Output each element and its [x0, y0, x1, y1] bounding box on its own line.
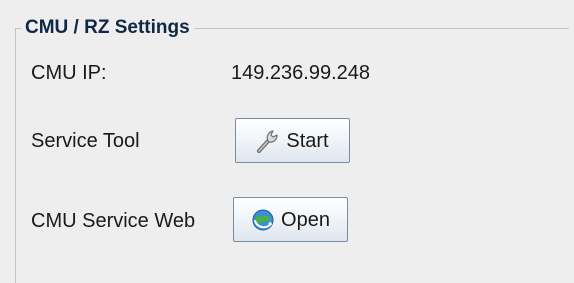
wrench-icon	[256, 128, 280, 154]
group-title: CMU / RZ Settings	[22, 14, 194, 41]
service-tool-label: Service Tool	[31, 130, 140, 152]
browser-globe-icon	[251, 207, 275, 233]
start-button-label: Start	[286, 129, 329, 152]
cmu-ip-value: 149.236.99.248	[231, 62, 371, 84]
open-button-label: Open	[281, 208, 330, 231]
settings-panel: CMU / RZ Settings CMU IP: 149.236.99.248…	[0, 0, 574, 283]
cmu-ip-label: CMU IP:	[31, 62, 107, 84]
service-web-label: CMU Service Web	[31, 210, 196, 232]
service-web-open-button[interactable]: Open	[233, 197, 348, 242]
service-tool-start-button[interactable]: Start	[235, 118, 350, 163]
